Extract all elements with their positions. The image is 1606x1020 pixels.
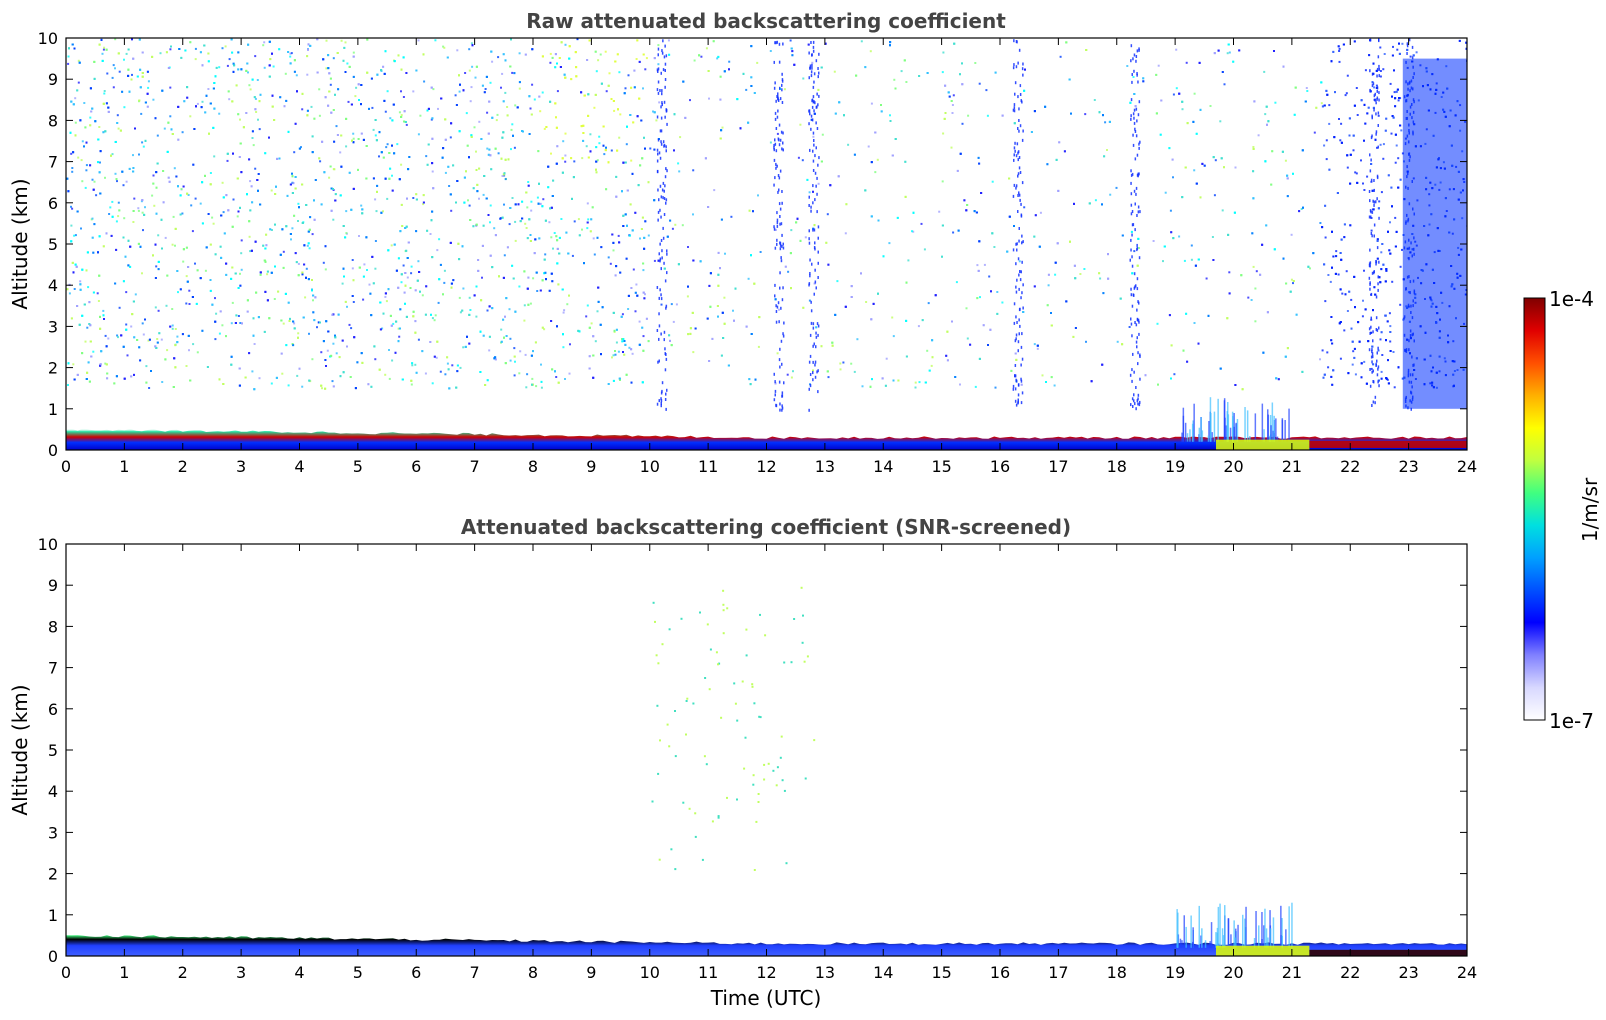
colorbar: 1e-4 1e-7 1/m/sr [1523,287,1602,733]
raw-y-tick-label: 3 [48,317,58,336]
raw-x-tick-label: 6 [411,457,421,476]
screened-x-tick-label: 4 [294,963,304,982]
screened-x-tick-label: 13 [815,963,835,982]
screened-x-tick-label: 24 [1457,963,1477,982]
raw-x-tick-label: 10 [640,457,660,476]
screened-x-tick-label: 21 [1282,963,1302,982]
screened-x-tick-label: 10 [640,963,660,982]
screened-y-tick-label: 8 [48,617,58,636]
screened-x-axis-label: Time (UTC) [710,986,822,1010]
raw-x-tick-label: 14 [873,457,893,476]
raw-noise-field [66,38,1467,412]
raw-y-tick-label: 7 [48,153,58,172]
screened-x-tick-label: 5 [353,963,363,982]
raw-y-axis-label: Altitude (km) [8,178,32,309]
screened-x-tick-label: 7 [470,963,480,982]
raw-x-tick-label: 22 [1340,457,1360,476]
colorbar-max-label: 1e-4 [1549,287,1594,311]
screened-x-tick-label: 17 [1048,963,1068,982]
raw-heatmap [66,38,1467,450]
colorbar-min-label: 1e-7 [1549,709,1594,733]
raw-x-tick-label: 3 [236,457,246,476]
screened-y-tick-label: 1 [48,906,58,925]
raw-x-tick-label: 2 [178,457,188,476]
panel-screened: Attenuated backscattering coefficient (S… [8,515,1477,1010]
raw-x-tick-label: 4 [294,457,304,476]
raw-x-tick-label: 5 [353,457,363,476]
raw-x-tick-label: 1 [119,457,129,476]
panel-raw-title: Raw attenuated backscattering coefficien… [526,9,1006,33]
raw-x-tick-label: 11 [698,457,718,476]
raw-y-tick-label: 10 [38,29,58,48]
panel-screened-title: Attenuated backscattering coefficient (S… [461,515,1071,539]
raw-x-tick-label: 15 [931,457,951,476]
raw-x-tick-label: 18 [1107,457,1127,476]
raw-plot-frame [65,37,1468,451]
raw-y-tick-label: 2 [48,359,58,378]
raw-x-tick-label: 23 [1398,457,1418,476]
screened-y-tick-label: 2 [48,865,58,884]
raw-y-tick-label: 6 [48,194,58,213]
screened-y-axis-label: Altitude (km) [8,684,32,815]
raw-x-tick-label: 20 [1223,457,1243,476]
raw-x-tick-label: 16 [990,457,1010,476]
raw-x-tick-label: 8 [528,457,538,476]
screened-y-tick-label: 3 [48,823,58,842]
screened-y-ticks: 0 1 2 3 4 5 6 7 8 9 10 [38,535,1467,966]
raw-x-tick-label: 21 [1282,457,1302,476]
screened-y-tick-label: 10 [38,535,58,554]
raw-x-tick-label: 17 [1048,457,1068,476]
raw-x-tick-label: 24 [1457,457,1477,476]
colorbar-gradient [1523,297,1546,721]
screened-x-tick-label: 3 [236,963,246,982]
screened-heatmap [66,586,1467,956]
screened-x-tick-label: 14 [873,963,893,982]
raw-x-tick-label: 9 [586,457,596,476]
screened-x-tick-label: 15 [931,963,951,982]
raw-y-tick-label: 8 [48,111,58,130]
raw-x-tick-label: 0 [61,457,71,476]
panel-raw: Raw attenuated backscattering coefficien… [8,9,1477,476]
raw-x-tick-label: 12 [756,457,776,476]
screened-sparse-points [651,586,816,871]
raw-x-ticks: 0 1 2 3 4 5 6 7 8 9 10 11 12 13 14 15 16 17 18 19 20 21 22 23 24 [61,38,1477,476]
raw-y-ticks: 0 1 2 3 4 5 6 7 8 9 10 [38,29,1467,460]
screened-x-tick-label: 11 [698,963,718,982]
raw-y-tick-label: 9 [48,70,58,89]
screened-y-tick-label: 9 [48,576,58,595]
screened-y-tick-label: 0 [48,947,58,966]
colorbar-unit-label: 1/m/sr [1578,477,1602,542]
screened-x-tick-label: 1 [119,963,129,982]
screened-x-tick-label: 0 [61,963,71,982]
figure: Raw attenuated backscattering coefficien… [8,9,1602,1010]
screened-x-tick-label: 2 [178,963,188,982]
screened-x-tick-label: 20 [1223,963,1243,982]
screened-x-tick-label: 9 [586,963,596,982]
raw-y-tick-label: 5 [48,235,58,254]
screened-y-tick-label: 5 [48,741,58,760]
raw-x-tick-label: 13 [815,457,835,476]
raw-y-tick-label: 0 [48,441,58,460]
screened-y-tick-label: 6 [48,700,58,719]
screened-plot-frame [65,543,1468,957]
screened-x-tick-label: 16 [990,963,1010,982]
raw-x-tick-label: 7 [470,457,480,476]
screened-y-tick-label: 7 [48,659,58,678]
raw-y-tick-label: 4 [48,276,58,295]
screened-x-tick-label: 22 [1340,963,1360,982]
screened-x-tick-label: 18 [1107,963,1127,982]
screened-x-tick-label: 12 [756,963,776,982]
raw-x-tick-label: 19 [1165,457,1185,476]
screened-y-tick-label: 4 [48,782,58,801]
screened-x-tick-label: 6 [411,963,421,982]
screened-x-tick-label: 23 [1398,963,1418,982]
raw-y-tick-label: 1 [48,400,58,419]
screened-x-tick-label: 8 [528,963,538,982]
screened-x-tick-label: 19 [1165,963,1185,982]
